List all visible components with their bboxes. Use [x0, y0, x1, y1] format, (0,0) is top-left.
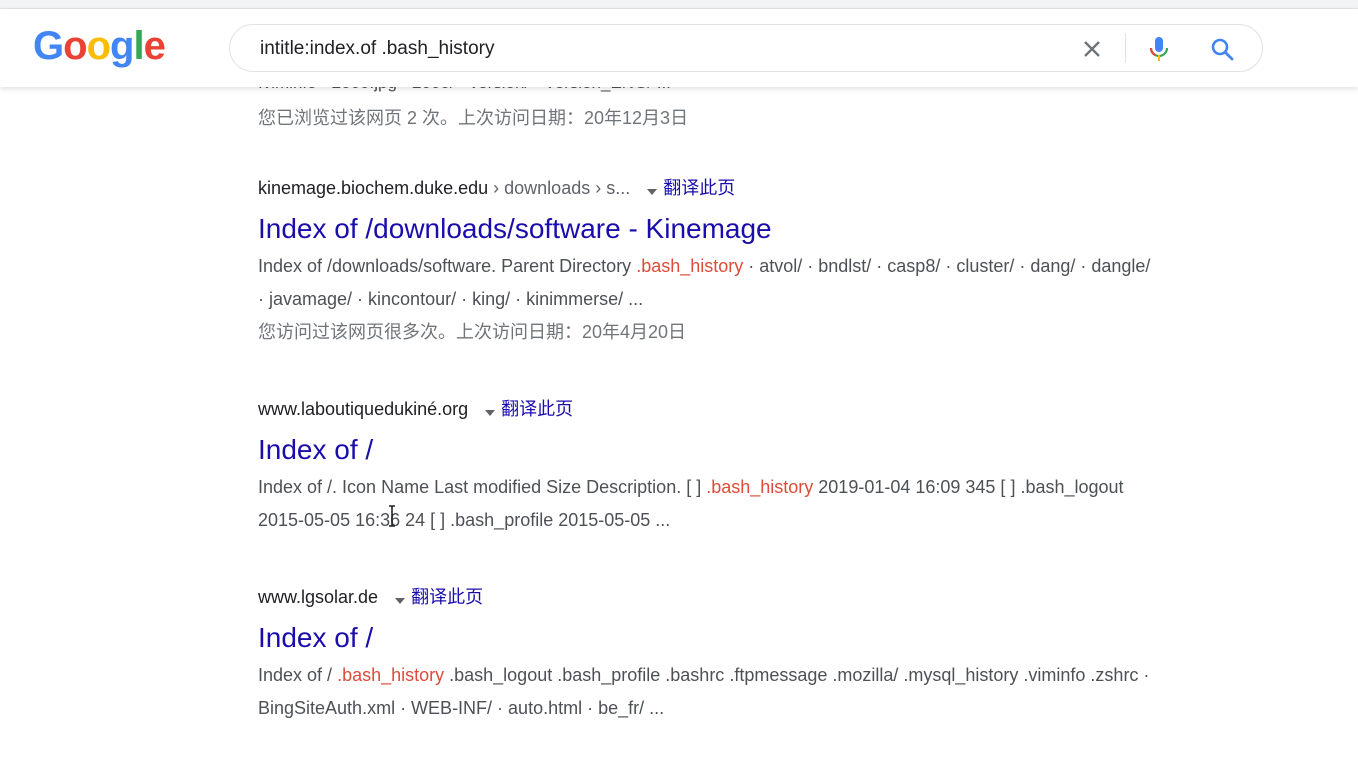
result-snippet: Index of /. Icon Name Last modified Size… [258, 471, 1158, 537]
search-header: Google [0, 9, 1358, 87]
caret-down-icon[interactable] [485, 398, 496, 422]
result-domain: www.lgsolar.de [258, 587, 379, 607]
microphone-icon[interactable] [1145, 35, 1173, 63]
logo-letter: G [33, 24, 64, 68]
text-cursor-icon [389, 505, 395, 527]
result-item: www.lgsolar.de 翻译此页 Index of / Index of … [258, 585, 1158, 725]
translate-link[interactable]: 翻译此页 [501, 399, 573, 419]
result-snippet: Index of /downloads/software. Parent Dir… [258, 250, 1158, 316]
result-url[interactable]: www.lgsolar.de 翻译此页 [258, 585, 1158, 609]
browser-top-edge [0, 0, 1358, 9]
logo-letter: e [143, 24, 166, 68]
search-input[interactable] [258, 35, 1062, 63]
snippet-highlight: .bash_history [706, 477, 814, 497]
close-icon[interactable] [1078, 35, 1106, 63]
result-domain: kinemage.biochem.duke.edu [258, 178, 489, 198]
visited-note: 您已浏览过该网页 2 次。上次访问日期：20年12月3日 [258, 108, 689, 128]
caret-down-icon[interactable] [395, 586, 406, 610]
result-url[interactable]: www.laboutiquedukiné.org 翻译此页 [258, 397, 1158, 421]
result-snippet: Index of / .bash_history .bash_logout .b… [258, 659, 1158, 725]
caret-down-icon[interactable] [647, 177, 658, 201]
snippet-highlight: .bash_history [337, 665, 445, 685]
snippet-highlight: .bash_history [636, 256, 744, 276]
logo-letter: o [86, 24, 111, 68]
result-title-link[interactable]: Index of / [258, 621, 1158, 655]
result-title-link[interactable]: Index of / [258, 433, 1158, 467]
result-title-link[interactable]: Index of /downloads/software - Kinemage [258, 212, 1158, 246]
translate-link[interactable]: 翻译此页 [411, 587, 483, 607]
logo-letter: g [110, 24, 134, 68]
result-breadcrumb: › downloads › s... [488, 178, 631, 198]
snippet-text: Index of /. Icon Name Last modified Size… [258, 477, 707, 497]
result-domain: www.laboutiquedukiné.org [258, 399, 469, 419]
translate-link[interactable]: 翻译此页 [663, 178, 735, 198]
search-divider [1125, 33, 1126, 63]
logo-letter: o [63, 24, 87, 68]
search-box [229, 24, 1263, 72]
result-url[interactable]: kinemage.biochem.duke.edu › downloads › … [258, 176, 1158, 200]
snippet-text: Index of /downloads/software. Parent Dir… [258, 256, 637, 276]
visited-note: 您访问过该网页很多次。上次访问日期：20年4月20日 [258, 322, 687, 342]
logo-letter: l [133, 24, 144, 68]
snippet-text: Index of / [258, 665, 338, 685]
result-item: kinemage.biochem.duke.edu › downloads › … [258, 176, 1158, 349]
search-icon[interactable] [1208, 35, 1236, 63]
google-doodle-logo[interactable]: Google [33, 24, 166, 69]
